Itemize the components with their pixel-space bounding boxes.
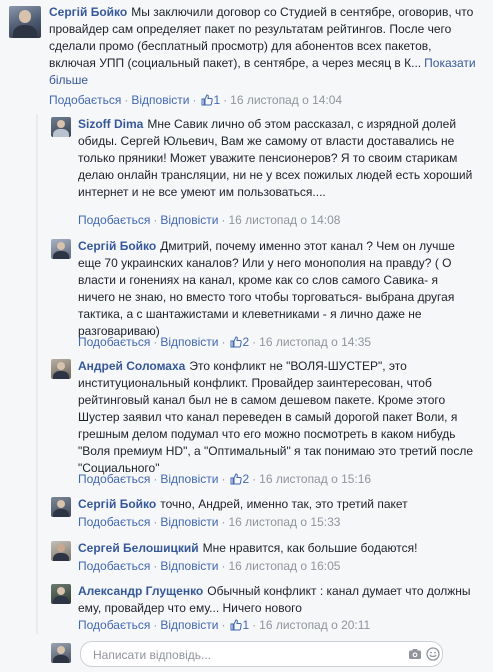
comment-text: Сергій Бойко Мы заключили договор со Студ… <box>49 4 481 89</box>
comment-body: Дмитрий, почему именно этот канал ? Чем … <box>78 239 455 338</box>
comment-author[interactable]: Александр Глущенко <box>78 584 203 598</box>
thumbs-up-icon <box>201 94 214 106</box>
thumbs-up-icon <box>230 336 243 348</box>
like-count[interactable]: 2 <box>242 472 249 486</box>
thumbs-up-icon <box>230 619 243 631</box>
comment-body: Это конфликт не "ВОЛЯ-ШУСТЕР", это инсти… <box>78 359 474 475</box>
reply-button[interactable]: Відповісти <box>160 335 218 349</box>
comment-actions: Подобається · Відповісти · 16 листопад о 14:… <box>78 213 341 227</box>
comment-body: Мне нравится, как большие бодаются! <box>202 541 418 555</box>
comment-text: Сергій Бойко Дмитрий, почему именно этот … <box>78 238 478 340</box>
comment-actions: Подобається · Відповісти · 16 листопад о 16:… <box>78 559 341 573</box>
comment-body: точно, Андрей, именно так, это третий па… <box>160 497 408 511</box>
like-button[interactable]: Подобається <box>78 559 150 573</box>
avatar[interactable] <box>51 359 71 379</box>
like-count[interactable]: 1 <box>213 93 220 107</box>
avatar[interactable] <box>51 239 71 259</box>
comment-time[interactable]: 16 листопад о 16:05 <box>228 559 340 573</box>
comment-author[interactable]: Сергій Бойко <box>78 239 156 253</box>
avatar[interactable] <box>51 497 71 517</box>
comment-actions: Подобається · Відповісти · 2 · 16 листопад о 1… <box>78 472 372 486</box>
avatar[interactable] <box>51 117 71 137</box>
avatar[interactable] <box>51 584 71 604</box>
current-user-avatar <box>51 643 71 663</box>
thumbs-up-icon <box>230 473 243 485</box>
comment-time[interactable]: 16 листопад о 15:33 <box>228 515 340 529</box>
comment-author[interactable]: Сергій Бойко <box>78 497 156 511</box>
like-button[interactable]: Подобається <box>78 515 150 529</box>
comment-actions: Подобається · Відповісти · 1 · 16 листопад о 1… <box>49 93 343 107</box>
comment-author[interactable]: Сергей Белошицкий <box>78 541 199 555</box>
avatar[interactable] <box>51 541 71 561</box>
reply-button[interactable]: Відповісти <box>160 213 218 227</box>
comment-time[interactable]: 16 листопад о 20:11 <box>259 618 370 632</box>
thread-line <box>36 114 38 634</box>
reply-button[interactable]: Відповісти <box>160 559 218 573</box>
reply-box[interactable] <box>80 641 443 667</box>
comment-time[interactable]: 16 листопад о 14:35 <box>259 335 371 349</box>
camera-icon[interactable] <box>408 647 422 661</box>
comment-text: Sizoff Dima Мне Савик лично об этом расск… <box>78 116 478 201</box>
avatar[interactable] <box>9 6 41 38</box>
like-button[interactable]: Подобається <box>78 618 150 632</box>
comment-time[interactable]: 16 листопад о 15:16 <box>259 472 371 486</box>
comment-text: Сергей Белошицкий Мне нравится, как больш… <box>78 540 478 557</box>
comment-text: Сергій Бойко точно, Андрей, именно так, э… <box>78 496 478 513</box>
comment-author[interactable]: Sizoff Dima <box>78 117 143 131</box>
like-button[interactable]: Подобається <box>49 93 121 107</box>
comment-actions: Подобається · Відповісти · 16 листопад о 15:… <box>78 515 341 529</box>
comment-actions: Подобається · Відповісти · 2 · 16 листопад о 1… <box>78 335 372 349</box>
comment-time[interactable]: 16 листопад о 14:04 <box>230 93 342 107</box>
like-button[interactable]: Подобається <box>78 472 150 486</box>
comment-author[interactable]: Сергій Бойко <box>49 5 127 19</box>
smile-icon[interactable] <box>426 647 440 661</box>
reply-button[interactable]: Відповісти <box>160 472 218 486</box>
reply-button[interactable]: Відповісти <box>160 515 218 529</box>
reply-button[interactable]: Відповісти <box>160 618 218 632</box>
reply-button[interactable]: Відповісти <box>131 93 189 107</box>
like-button[interactable]: Подобається <box>78 213 150 227</box>
comment-author[interactable]: Андрей Соломаха <box>78 359 185 373</box>
like-count[interactable]: 2 <box>242 335 249 349</box>
comment-time[interactable]: 16 листопад о 14:08 <box>228 213 340 227</box>
like-button[interactable]: Подобається <box>78 335 150 349</box>
comment-text: Андрей Соломаха Это конфликт не "ВОЛЯ-ШУС… <box>78 358 478 477</box>
comment-actions: Подобається · Відповісти · 1 · 16 листопад о 2… <box>78 618 371 632</box>
like-count[interactable]: 1 <box>242 618 249 632</box>
comment-text: Александр Глущенко Обычный конфликт : кан… <box>78 583 478 617</box>
reply-input[interactable] <box>91 645 355 664</box>
comment-thread: Сергій Бойко Мы заключили договор со Студ… <box>0 0 493 672</box>
